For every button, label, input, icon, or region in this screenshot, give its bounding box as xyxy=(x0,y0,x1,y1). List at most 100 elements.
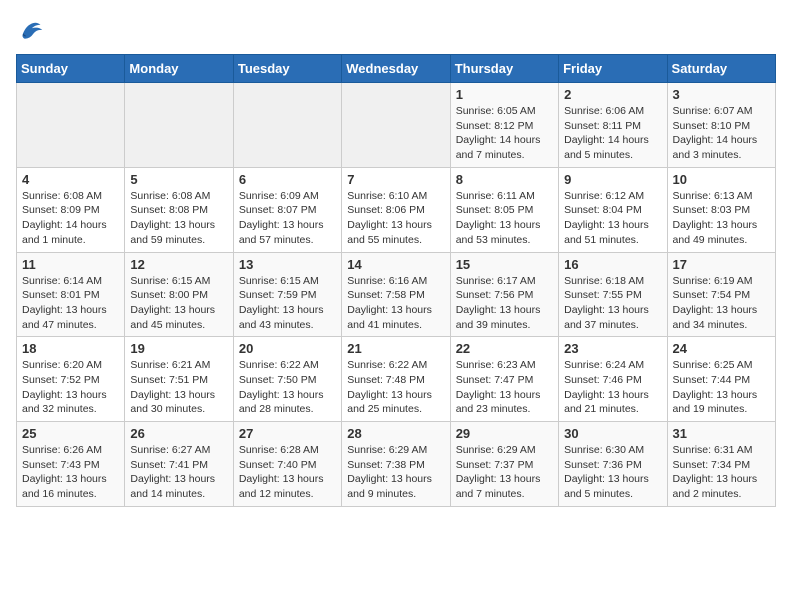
calendar-day-cell: 12 Sunrise: 6:15 AM Sunset: 8:00 PM Dayli… xyxy=(125,252,233,337)
calendar-day-cell: 30 Sunrise: 6:30 AM Sunset: 7:36 PM Dayli… xyxy=(559,422,667,507)
weekday-header-sunday: Sunday xyxy=(17,55,125,83)
day-number: 4 xyxy=(22,172,119,187)
calendar-day-cell: 29 Sunrise: 6:29 AM Sunset: 7:37 PM Dayli… xyxy=(450,422,558,507)
day-info: Sunrise: 6:06 AM Sunset: 8:11 PM Dayligh… xyxy=(564,104,661,163)
day-number: 18 xyxy=(22,341,119,356)
calendar-day-cell: 27 Sunrise: 6:28 AM Sunset: 7:40 PM Dayli… xyxy=(233,422,341,507)
calendar-day-cell: 16 Sunrise: 6:18 AM Sunset: 7:55 PM Dayli… xyxy=(559,252,667,337)
day-info: Sunrise: 6:28 AM Sunset: 7:40 PM Dayligh… xyxy=(239,443,336,502)
weekday-header-tuesday: Tuesday xyxy=(233,55,341,83)
calendar-body: 1 Sunrise: 6:05 AM Sunset: 8:12 PM Daylig… xyxy=(17,83,776,507)
calendar-day-cell: 9 Sunrise: 6:12 AM Sunset: 8:04 PM Daylig… xyxy=(559,167,667,252)
calendar-day-cell: 18Sunrise: 6:20 AM Sunset: 7:52 PM Dayli… xyxy=(17,337,125,422)
calendar-day-cell: 17 Sunrise: 6:19 AM Sunset: 7:54 PM Dayli… xyxy=(667,252,775,337)
day-number: 11 xyxy=(22,257,119,272)
day-info: Sunrise: 6:08 AM Sunset: 8:09 PM Dayligh… xyxy=(22,189,119,248)
calendar-day-cell: 6 Sunrise: 6:09 AM Sunset: 8:07 PM Daylig… xyxy=(233,167,341,252)
weekday-header-row: SundayMondayTuesdayWednesdayThursdayFrid… xyxy=(17,55,776,83)
day-number: 8 xyxy=(456,172,553,187)
day-info: Sunrise: 6:16 AM Sunset: 7:58 PM Dayligh… xyxy=(347,274,444,333)
day-number: 16 xyxy=(564,257,661,272)
day-number: 17 xyxy=(673,257,770,272)
day-info: Sunrise: 6:22 AM Sunset: 7:48 PM Dayligh… xyxy=(347,358,444,417)
day-number: 28 xyxy=(347,426,444,441)
calendar-day-cell xyxy=(125,83,233,168)
day-info: Sunrise: 6:19 AM Sunset: 7:54 PM Dayligh… xyxy=(673,274,770,333)
calendar-day-cell: 14 Sunrise: 6:16 AM Sunset: 7:58 PM Dayli… xyxy=(342,252,450,337)
calendar-day-cell xyxy=(17,83,125,168)
day-number: 20 xyxy=(239,341,336,356)
day-number: 29 xyxy=(456,426,553,441)
calendar-day-cell: 24Sunrise: 6:25 AM Sunset: 7:44 PM Dayli… xyxy=(667,337,775,422)
day-info: Sunrise: 6:27 AM Sunset: 7:41 PM Dayligh… xyxy=(130,443,227,502)
day-number: 6 xyxy=(239,172,336,187)
day-number: 5 xyxy=(130,172,227,187)
calendar-day-cell: 10Sunrise: 6:13 AM Sunset: 8:03 PM Dayli… xyxy=(667,167,775,252)
day-info: Sunrise: 6:14 AM Sunset: 8:01 PM Dayligh… xyxy=(22,274,119,333)
weekday-header-friday: Friday xyxy=(559,55,667,83)
calendar-day-cell: 26 Sunrise: 6:27 AM Sunset: 7:41 PM Dayli… xyxy=(125,422,233,507)
day-info: Sunrise: 6:23 AM Sunset: 7:47 PM Dayligh… xyxy=(456,358,553,417)
calendar-day-cell: 1 Sunrise: 6:05 AM Sunset: 8:12 PM Daylig… xyxy=(450,83,558,168)
calendar-table: SundayMondayTuesdayWednesdayThursdayFrid… xyxy=(16,54,776,507)
day-number: 31 xyxy=(673,426,770,441)
calendar-day-cell xyxy=(342,83,450,168)
calendar-day-cell xyxy=(233,83,341,168)
calendar-day-cell: 4 Sunrise: 6:08 AM Sunset: 8:09 PM Daylig… xyxy=(17,167,125,252)
day-number: 7 xyxy=(347,172,444,187)
calendar-day-cell: 23 Sunrise: 6:24 AM Sunset: 7:46 PM Dayli… xyxy=(559,337,667,422)
calendar-day-cell: 19Sunrise: 6:21 AM Sunset: 7:51 PM Dayli… xyxy=(125,337,233,422)
day-info: Sunrise: 6:25 AM Sunset: 7:44 PM Dayligh… xyxy=(673,358,770,417)
calendar-day-cell: 22 Sunrise: 6:23 AM Sunset: 7:47 PM Dayli… xyxy=(450,337,558,422)
day-number: 14 xyxy=(347,257,444,272)
day-info: Sunrise: 6:21 AM Sunset: 7:51 PM Dayligh… xyxy=(130,358,227,417)
day-number: 23 xyxy=(564,341,661,356)
day-info: Sunrise: 6:31 AM Sunset: 7:34 PM Dayligh… xyxy=(673,443,770,502)
day-info: Sunrise: 6:18 AM Sunset: 7:55 PM Dayligh… xyxy=(564,274,661,333)
day-info: Sunrise: 6:07 AM Sunset: 8:10 PM Dayligh… xyxy=(673,104,770,163)
logo xyxy=(16,16,48,44)
calendar-week-row: 1 Sunrise: 6:05 AM Sunset: 8:12 PM Daylig… xyxy=(17,83,776,168)
logo-icon xyxy=(16,16,44,44)
weekday-header-saturday: Saturday xyxy=(667,55,775,83)
day-number: 26 xyxy=(130,426,227,441)
day-number: 9 xyxy=(564,172,661,187)
day-number: 27 xyxy=(239,426,336,441)
calendar-week-row: 25 Sunrise: 6:26 AM Sunset: 7:43 PM Dayli… xyxy=(17,422,776,507)
weekday-header-thursday: Thursday xyxy=(450,55,558,83)
calendar-day-cell: 7Sunrise: 6:10 AM Sunset: 8:06 PM Daylig… xyxy=(342,167,450,252)
calendar-header: SundayMondayTuesdayWednesdayThursdayFrid… xyxy=(17,55,776,83)
calendar-day-cell: 15Sunrise: 6:17 AM Sunset: 7:56 PM Dayli… xyxy=(450,252,558,337)
weekday-header-wednesday: Wednesday xyxy=(342,55,450,83)
day-info: Sunrise: 6:26 AM Sunset: 7:43 PM Dayligh… xyxy=(22,443,119,502)
calendar-day-cell: 21 Sunrise: 6:22 AM Sunset: 7:48 PM Dayli… xyxy=(342,337,450,422)
calendar-day-cell: 2Sunrise: 6:06 AM Sunset: 8:11 PM Daylig… xyxy=(559,83,667,168)
day-info: Sunrise: 6:11 AM Sunset: 8:05 PM Dayligh… xyxy=(456,189,553,248)
day-number: 15 xyxy=(456,257,553,272)
calendar-week-row: 4 Sunrise: 6:08 AM Sunset: 8:09 PM Daylig… xyxy=(17,167,776,252)
day-number: 22 xyxy=(456,341,553,356)
day-number: 1 xyxy=(456,87,553,102)
day-info: Sunrise: 6:13 AM Sunset: 8:03 PM Dayligh… xyxy=(673,189,770,248)
day-info: Sunrise: 6:30 AM Sunset: 7:36 PM Dayligh… xyxy=(564,443,661,502)
day-number: 12 xyxy=(130,257,227,272)
page-header xyxy=(16,16,776,44)
day-number: 25 xyxy=(22,426,119,441)
calendar-week-row: 11 Sunrise: 6:14 AM Sunset: 8:01 PM Dayli… xyxy=(17,252,776,337)
day-number: 21 xyxy=(347,341,444,356)
calendar-week-row: 18Sunrise: 6:20 AM Sunset: 7:52 PM Dayli… xyxy=(17,337,776,422)
day-info: Sunrise: 6:12 AM Sunset: 8:04 PM Dayligh… xyxy=(564,189,661,248)
calendar-day-cell: 13Sunrise: 6:15 AM Sunset: 7:59 PM Dayli… xyxy=(233,252,341,337)
day-info: Sunrise: 6:22 AM Sunset: 7:50 PM Dayligh… xyxy=(239,358,336,417)
day-info: Sunrise: 6:29 AM Sunset: 7:37 PM Dayligh… xyxy=(456,443,553,502)
day-info: Sunrise: 6:15 AM Sunset: 8:00 PM Dayligh… xyxy=(130,274,227,333)
day-info: Sunrise: 6:29 AM Sunset: 7:38 PM Dayligh… xyxy=(347,443,444,502)
calendar-day-cell: 20 Sunrise: 6:22 AM Sunset: 7:50 PM Dayli… xyxy=(233,337,341,422)
day-number: 30 xyxy=(564,426,661,441)
day-info: Sunrise: 6:24 AM Sunset: 7:46 PM Dayligh… xyxy=(564,358,661,417)
calendar-day-cell: 3 Sunrise: 6:07 AM Sunset: 8:10 PM Daylig… xyxy=(667,83,775,168)
day-info: Sunrise: 6:05 AM Sunset: 8:12 PM Dayligh… xyxy=(456,104,553,163)
day-info: Sunrise: 6:09 AM Sunset: 8:07 PM Dayligh… xyxy=(239,189,336,248)
calendar-day-cell: 31 Sunrise: 6:31 AM Sunset: 7:34 PM Dayli… xyxy=(667,422,775,507)
day-number: 3 xyxy=(673,87,770,102)
